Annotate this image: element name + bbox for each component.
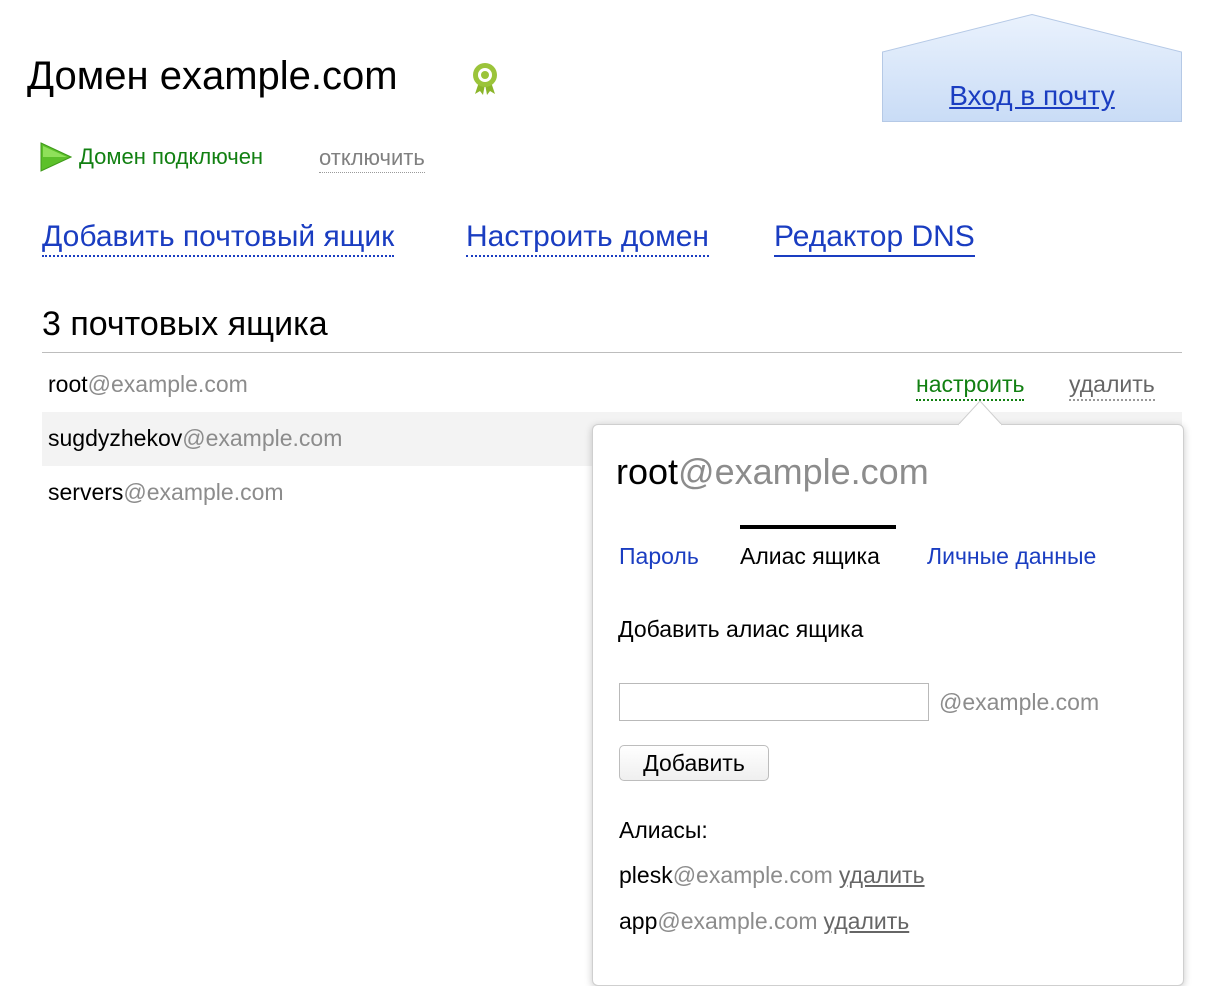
configure-mailbox-link[interactable]: настроить [916, 371, 1025, 401]
add-alias-button[interactable]: Добавить [619, 745, 769, 781]
mailbox-address: servers@example.com [48, 479, 284, 506]
popup-pointer [957, 400, 1003, 426]
mailbox-user: servers [48, 479, 124, 505]
tab-password[interactable]: Пароль [619, 543, 699, 570]
configure-domain-link[interactable]: Настроить домен [466, 219, 709, 257]
alias-user: app [619, 908, 658, 934]
mailbox-domain: @example.com [123, 479, 284, 505]
page-title: Домен example.com [27, 54, 398, 98]
popup-domain: @example.com [678, 451, 929, 492]
verified-badge-icon [469, 62, 501, 96]
mailboxes-title: 3 почтовых ящика [42, 305, 328, 343]
dns-editor-link[interactable]: Редактор DNS [774, 219, 975, 257]
delete-alias-link[interactable]: удалить [824, 908, 910, 934]
active-tab-indicator [740, 525, 896, 529]
popup-user: root [616, 451, 679, 492]
tab-mailbox-alias[interactable]: Алиас ящика [740, 543, 880, 570]
alias-item: app@example.com удалить [619, 908, 909, 935]
mailbox-row-root[interactable]: root@example.com настроить удалить [42, 358, 1182, 412]
aliases-label: Алиасы: [619, 817, 708, 843]
mailbox-address: sugdyzhekov@example.com [48, 425, 342, 452]
disconnect-link[interactable]: отключить [319, 145, 425, 173]
delete-mailbox-link[interactable]: удалить [1069, 371, 1155, 401]
mailbox-user: root [48, 371, 88, 397]
section-divider [42, 352, 1182, 353]
tab-personal-data[interactable]: Личные данные [927, 543, 1096, 570]
mailbox-domain: @example.com [182, 425, 343, 451]
alias-domain-suffix: @example.com [939, 689, 1100, 715]
domain-status: Домен подключен [79, 144, 264, 169]
add-mailbox-link[interactable]: Добавить почтовый ящик [42, 219, 395, 257]
play-arrow-icon [40, 142, 73, 172]
mailbox-domain: @example.com [87, 371, 248, 397]
alias-domain: @example.com [657, 908, 818, 934]
mailbox-address: root@example.com [48, 371, 248, 398]
popup-title: root@example.com [616, 450, 929, 494]
mail-login-button[interactable]: Вход в почту [882, 14, 1182, 122]
alias-item: plesk@example.com удалить [619, 862, 925, 889]
alias-input[interactable] [619, 683, 929, 721]
delete-alias-link[interactable]: удалить [839, 862, 925, 888]
alias-domain: @example.com [672, 862, 833, 888]
alias-user: plesk [619, 862, 673, 888]
mailbox-user: sugdyzhekov [48, 425, 183, 451]
mail-login-link[interactable]: Вход в почту [882, 80, 1182, 112]
add-alias-heading: Добавить алиас ящика [618, 616, 864, 642]
